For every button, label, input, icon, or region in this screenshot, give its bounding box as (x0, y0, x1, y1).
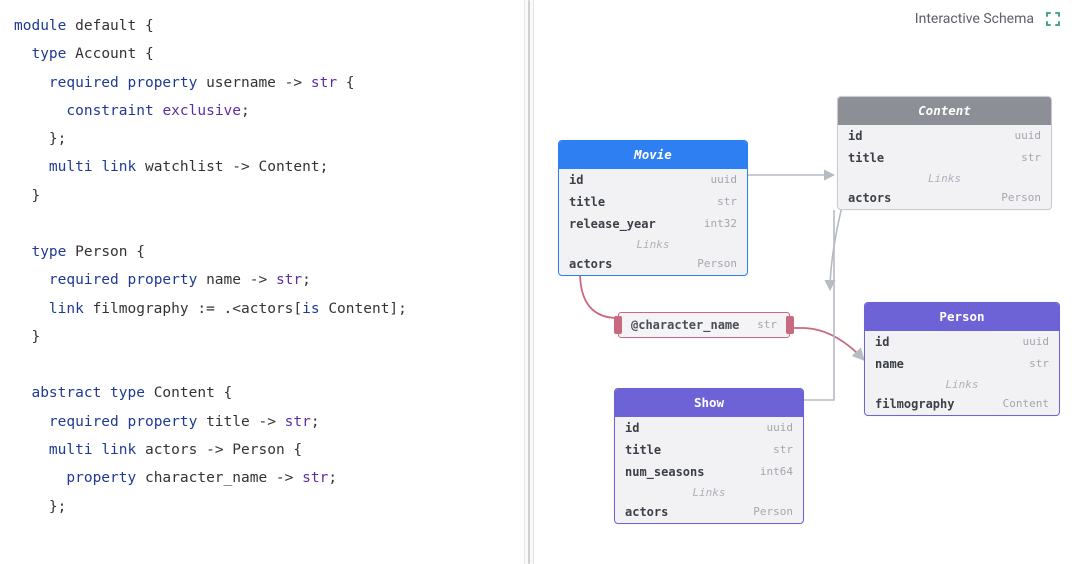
linkprop-type: str (757, 318, 777, 332)
code-token: ; (328, 470, 337, 486)
code-token: ; (311, 414, 320, 430)
code-token: username (206, 75, 276, 91)
code-token: str (276, 272, 302, 288)
code-token: type (31, 244, 66, 260)
schema-node-content[interactable]: Content iduuid titlestr Links actorsPers… (837, 96, 1052, 210)
code-token: -> (258, 414, 275, 430)
pane-divider[interactable] (524, 0, 534, 564)
schema-prop-row: iduuid (615, 417, 803, 439)
code-token: link (49, 301, 84, 317)
code-token: -> (206, 442, 223, 458)
code-token: } (31, 188, 40, 204)
code-token: title (206, 414, 250, 430)
schema-links-label: Links (615, 483, 803, 501)
schema-link-row: filmographyContent (865, 393, 1059, 415)
schema-prop-row: namestr (865, 353, 1059, 375)
schema-link-row: actorsPerson (838, 187, 1051, 209)
code-token: required (49, 414, 119, 430)
code-token: abstract (31, 385, 101, 401)
schema-node-show[interactable]: Show iduuid titlestr num_seasonsint64 Li… (614, 388, 804, 524)
code-token: actors (145, 442, 197, 458)
schema-prop-row: release_yearint32 (559, 213, 747, 235)
schema-prop-row: iduuid (559, 169, 747, 191)
schema-prop-row: num_seasonsint64 (615, 461, 803, 483)
code-token: { (215, 385, 232, 401)
schema-prop-row: titlestr (559, 191, 747, 213)
code-token: type (110, 385, 145, 401)
code-token: } (31, 329, 40, 345)
schema-node-person[interactable]: Person iduuid namestr Links filmographyC… (864, 302, 1060, 416)
schema-links-label: Links (559, 235, 747, 253)
schema-prop-row: iduuid (838, 125, 1051, 147)
code-token: filmography (93, 301, 189, 317)
code-token: Content (154, 385, 215, 401)
code-token: is (302, 301, 319, 317)
canvas-title: Interactive Schema (915, 11, 1034, 27)
schema-node-movie[interactable]: Movie iduuid titlestr release_yearint32 … (558, 140, 748, 276)
canvas-header: Interactive Schema (915, 10, 1062, 28)
code-token: Account (75, 46, 136, 62)
code-token: -> (276, 470, 293, 486)
code-token: -> (250, 272, 267, 288)
schema-links-label: Links (838, 169, 1051, 187)
code-token: { (136, 46, 153, 62)
code-token: multi (49, 442, 93, 458)
code-token: Person (75, 244, 127, 260)
code-token: property (128, 414, 198, 430)
schema-node-title: Content (838, 97, 1051, 125)
code-token: property (128, 75, 198, 91)
code-token: { (285, 442, 302, 458)
code-token: Person (232, 442, 284, 458)
code-token: .<actors[ (224, 301, 303, 317)
schema-node-title: Show (615, 389, 803, 417)
linkprop-handle-left (614, 316, 622, 334)
schema-links-label: Links (865, 375, 1059, 393)
schema-link-property[interactable]: @character_name str (618, 312, 790, 338)
code-token: constraint (66, 103, 153, 119)
code-token: link (101, 159, 136, 175)
code-token: -> (285, 75, 302, 91)
expand-icon[interactable] (1044, 10, 1062, 28)
schema-node-title: Movie (559, 141, 747, 169)
code-token: character_name (145, 470, 267, 486)
code-token: required (49, 75, 119, 91)
code-token: default (75, 18, 136, 34)
code-token: { (136, 18, 153, 34)
code-token: { (337, 75, 354, 91)
code-token: Content (258, 159, 319, 175)
code-token: ; (241, 103, 250, 119)
code-token: ; (302, 272, 311, 288)
code-token: { (128, 244, 145, 260)
code-token: module (14, 18, 66, 34)
code-token: link (101, 442, 136, 458)
schema-canvas[interactable]: Interactive Schema Movie iduuid titlestr… (534, 0, 1080, 564)
code-token: type (31, 46, 66, 62)
schema-node-title: Person (865, 303, 1059, 331)
schema-prop-row: iduuid (865, 331, 1059, 353)
linkprop-name: @character_name (631, 318, 739, 332)
code-token: }; (49, 499, 66, 515)
code-token: -> (232, 159, 249, 175)
schema-prop-row: titlestr (838, 147, 1051, 169)
code-token: Content]; (320, 301, 407, 317)
code-token: := (197, 301, 214, 317)
code-token: exclusive (162, 103, 241, 119)
code-token: ; (320, 159, 329, 175)
schema-prop-row: titlestr (615, 439, 803, 461)
code-token: name (206, 272, 241, 288)
code-token: str (285, 414, 311, 430)
schema-code-editor[interactable]: module default { type Account { required… (0, 0, 524, 564)
schema-link-row: actorsPerson (559, 253, 747, 275)
code-token: property (128, 272, 198, 288)
code-token: str (311, 75, 337, 91)
code-token: multi (49, 159, 93, 175)
schema-link-row: actorsPerson (615, 501, 803, 523)
code-token: }; (49, 131, 66, 147)
linkprop-handle-right (786, 316, 794, 334)
code-token: watchlist (145, 159, 224, 175)
code-token: property (66, 470, 136, 486)
code-token: required (49, 272, 119, 288)
code-token: str (302, 470, 328, 486)
